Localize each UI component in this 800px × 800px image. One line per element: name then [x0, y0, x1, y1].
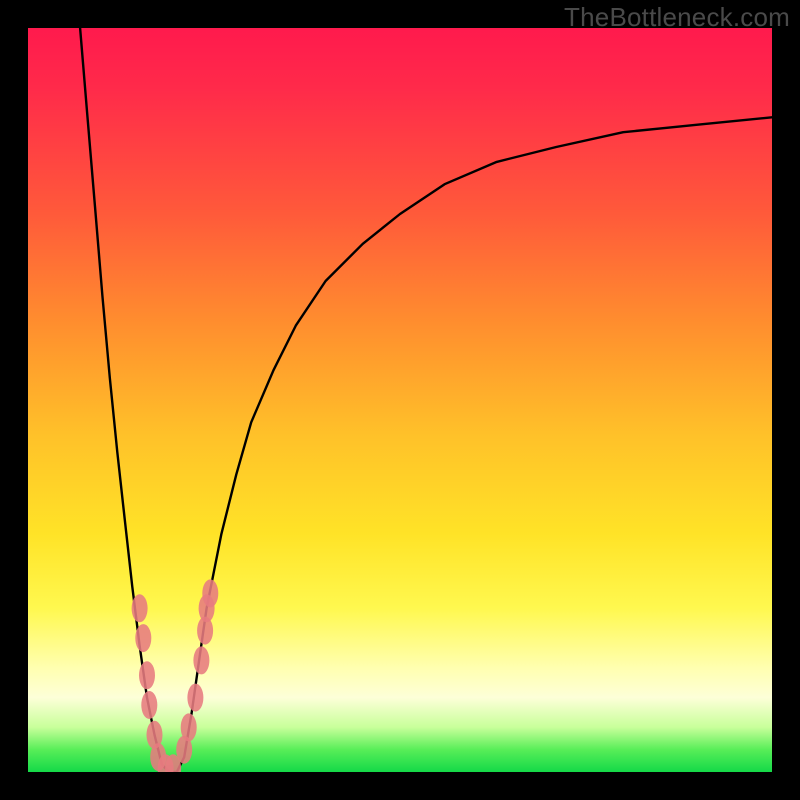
sample-marker: [193, 646, 209, 674]
curve-line: [80, 28, 772, 772]
watermark-text: TheBottleneck.com: [564, 4, 790, 30]
chart-svg: [28, 28, 772, 772]
sample-markers: [132, 579, 219, 772]
sample-marker: [139, 661, 155, 689]
sample-marker: [181, 713, 197, 741]
sample-marker: [202, 579, 218, 607]
plot-area: [28, 28, 772, 772]
chart-frame: TheBottleneck.com: [0, 0, 800, 800]
sample-marker: [187, 684, 203, 712]
sample-marker: [132, 594, 148, 622]
bottleneck-curve: [80, 28, 772, 772]
sample-marker: [135, 624, 151, 652]
sample-marker: [141, 691, 157, 719]
